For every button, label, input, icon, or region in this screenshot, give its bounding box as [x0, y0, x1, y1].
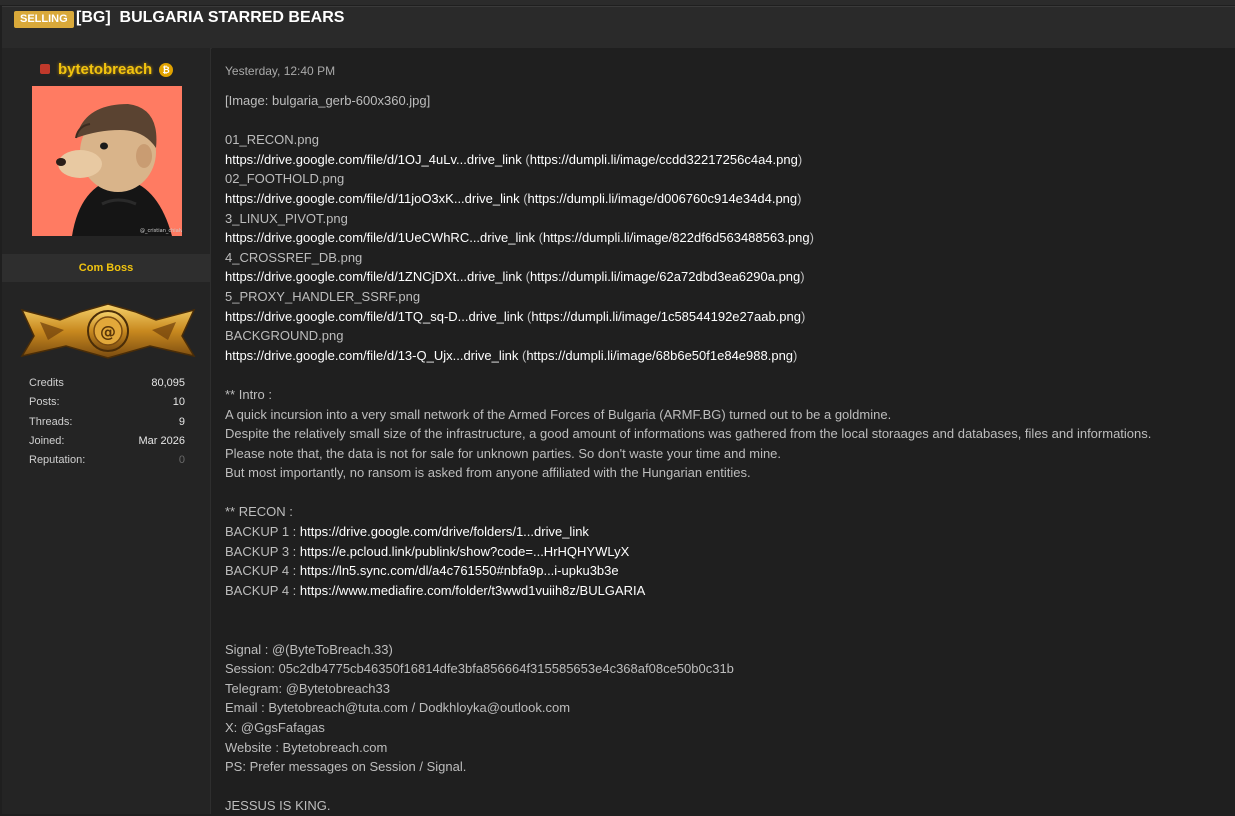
status-indicator: [40, 64, 50, 74]
intro-line: Please note that, the data is not for sa…: [225, 445, 782, 461]
author-username[interactable]: bytetobreach: [58, 61, 152, 78]
contact-telegram: Telegram: @Bytetobreach33: [225, 680, 390, 696]
post-content: Yesterday, 12:40 PM [Image: bulgaria_ger…: [212, 48, 1235, 814]
dumpli-link[interactable]: https://dumpli.li/image/822df6d563488563…: [543, 230, 810, 245]
drive-link[interactable]: https://drive.google.com/file/d/1UeCWhRC…: [225, 230, 535, 245]
thread-header: SELLING [BG] BULGARIA STARRED BEARS: [2, 6, 1235, 49]
backup-label: BACKUP 1 :: [225, 524, 300, 540]
stat-reputation: Reputation: 0: [29, 451, 185, 470]
drive-link[interactable]: https://drive.google.com/file/d/13-Q_Ujx…: [225, 348, 518, 363]
backup-row: BACKUP 4 : https://ln5.sync.com/dl/a4c76…: [225, 561, 1235, 581]
file-links: https://drive.google.com/file/d/1UeCWhRC…: [225, 230, 814, 246]
file-links: https://drive.google.com/file/d/1TQ_sq-D…: [225, 308, 806, 324]
contact-email: Email : Bytetobreach@tuta.com / Dodkhloy…: [225, 700, 571, 716]
contact-session: Session: 05c2db4775cb46350f16814dfe3bfa8…: [225, 661, 734, 677]
post-date[interactable]: Yesterday, 12:40 PM: [225, 64, 335, 78]
backup-link[interactable]: https://e.pcloud.link/publink/show?code=…: [300, 544, 629, 559]
backup-row: BACKUP 4 : https://www.mediafire.com/fol…: [225, 581, 1235, 601]
backup-link[interactable]: https://drive.google.com/drive/folders/1…: [300, 524, 589, 539]
backup-label: BACKUP 4 :: [225, 563, 300, 579]
svg-text:@: @: [100, 322, 116, 341]
file-name: 4_CROSSREF_DB.png: [225, 249, 363, 265]
stat-joined: Joined: Mar 2026: [29, 434, 185, 447]
intro-line: But most importantly, no ransom is asked…: [225, 465, 751, 481]
signoff: JESSUS IS KING.: [225, 798, 331, 814]
file-name: 3_LINUX_PIVOT.png: [225, 210, 348, 226]
backup-link[interactable]: https://ln5.sync.com/dl/a4c761550#nbfa9p…: [300, 563, 619, 578]
file-links: https://drive.google.com/file/d/1OJ_4uLv…: [225, 151, 803, 167]
intro-heading: ** Intro :: [225, 386, 272, 402]
backup-row: BACKUP 3 : https://e.pcloud.link/publink…: [225, 542, 1235, 562]
user-rank-bar: Com Boss: [2, 254, 210, 282]
avatar[interactable]: @_cristian_chialva: [32, 86, 182, 236]
file-name: BACKGROUND.png: [225, 328, 344, 344]
dumpli-link[interactable]: https://dumpli.li/image/1c58544192e27aab…: [531, 309, 801, 324]
drive-link[interactable]: https://drive.google.com/file/d/1OJ_4uLv…: [225, 152, 522, 167]
intro-line: A quick incursion into a very small netw…: [225, 406, 892, 422]
file-links: https://drive.google.com/file/d/1ZNCjDXt…: [225, 269, 805, 285]
avatar-watermark: @_cristian_chialva: [140, 228, 182, 234]
post-body: [Image: bulgaria_gerb-600x360.jpg] 01_RE…: [225, 91, 1235, 816]
file-name: 02_FOOTHOLD.png: [225, 171, 345, 187]
drive-link[interactable]: https://drive.google.com/file/d/1TQ_sq-D…: [225, 309, 523, 324]
drive-link[interactable]: https://drive.google.com/file/d/11joO3xK…: [225, 191, 520, 206]
file-links: https://drive.google.com/file/d/13-Q_Ujx…: [225, 347, 798, 363]
file-links: https://drive.google.com/file/d/11joO3xK…: [225, 190, 802, 206]
drive-link[interactable]: https://drive.google.com/file/d/1ZNCjDXt…: [225, 269, 522, 284]
file-name: 01_RECON.png: [225, 132, 319, 148]
dumpli-link[interactable]: https://dumpli.li/image/ccdd32217256c4a4…: [530, 152, 798, 167]
contact-signal: Signal : @(ByteToBreach.33): [225, 641, 393, 657]
bitcoin-icon: ₿: [159, 63, 173, 77]
author-sidebar: bytetobreach ₿ @_cristian_chialva Com Bo…: [2, 48, 211, 814]
backup-row: BACKUP 1 : https://drive.google.com/driv…: [225, 522, 1235, 542]
stat-threads: Threads: 9: [29, 415, 185, 428]
dumpli-link[interactable]: https://dumpli.li/image/d006760c914e34d4…: [528, 191, 798, 206]
intro-line: Despite the relatively small size of the…: [225, 426, 1152, 442]
rank-emblem: @: [20, 300, 196, 360]
dumpli-link[interactable]: https://dumpli.li/image/62a72dbd3ea6290a…: [530, 269, 800, 284]
contact-x: X: @GgsFafagas: [225, 720, 325, 735]
backup-label: BACKUP 3 :: [225, 543, 300, 559]
user-rank: Com Boss: [78, 262, 134, 274]
recon-heading: ** RECON :: [225, 504, 293, 520]
backup-link[interactable]: https://www.mediafire.com/folder/t3wwd1v…: [300, 583, 645, 598]
avatar-image: @_cristian_chialva: [32, 86, 182, 236]
top-strip: [0, 0, 1235, 5]
reputation-value[interactable]: 0: [179, 451, 185, 470]
thread-title: [BG] BULGARIA STARRED BEARS: [76, 9, 345, 26]
author-stats: Credits 80,095 Posts: 10 Threads: 9 Join…: [29, 374, 185, 470]
backup-label: BACKUP 4 :: [225, 582, 300, 598]
image-placeholder: [Image: bulgaria_gerb-600x360.jpg]: [225, 93, 431, 108]
stat-credits: Credits 80,095: [29, 377, 185, 389]
contact-note: PS: Prefer messages on Session / Signal.: [225, 759, 467, 775]
contact-website: Website : Bytetobreach.com: [225, 739, 388, 755]
dumpli-link[interactable]: https://dumpli.li/image/68b6e50f1e84e988…: [526, 348, 793, 363]
selling-badge[interactable]: SELLING: [14, 11, 74, 28]
file-name: 5_PROXY_HANDLER_SSRF.png: [225, 288, 421, 304]
stat-posts: Posts: 10: [29, 396, 185, 409]
